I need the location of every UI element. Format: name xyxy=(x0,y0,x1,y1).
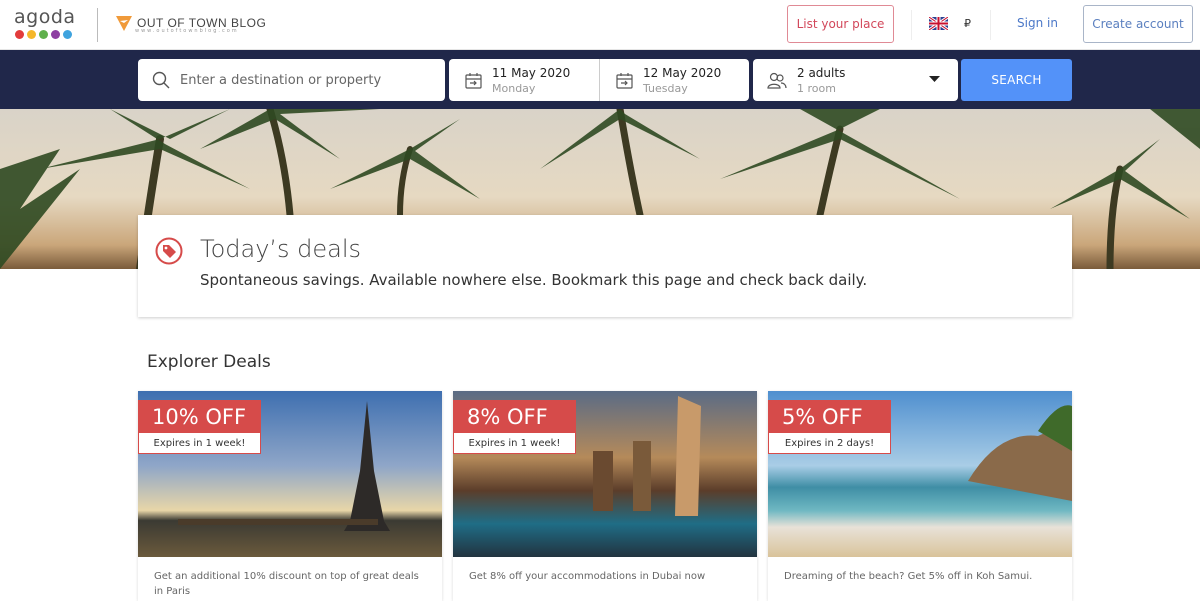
deal-description: Get an additional 10% discount on top of… xyxy=(154,571,419,597)
partner-logo-url: www.outoftownblog.com xyxy=(135,28,239,34)
checkin-date: 11 May 2020 xyxy=(492,65,571,80)
search-button[interactable]: SEARCH xyxy=(961,59,1072,101)
agoda-logo[interactable]: agoda xyxy=(14,6,76,39)
checkout-day: Tuesday xyxy=(643,81,688,95)
discount-badge: 10% OFF Expires in 1 week! xyxy=(138,400,261,454)
destination-field[interactable] xyxy=(138,59,445,101)
dubai-photo: 8% OFF Expires in 1 week! xyxy=(453,391,757,557)
deal-description: Dreaming of the beach? Get 5% off in Koh… xyxy=(784,571,1033,582)
guests-icon xyxy=(767,72,787,89)
discount-label: 5% OFF xyxy=(768,400,891,433)
divider xyxy=(990,10,991,40)
checkin-field[interactable]: 11 May 2020 Monday xyxy=(449,59,599,101)
expiry-label: Expires in 1 week! xyxy=(453,433,576,454)
discount-label: 8% OFF xyxy=(453,400,576,433)
search-icon xyxy=(152,71,170,89)
koh-samui-photo: 5% OFF Expires in 2 days! xyxy=(768,391,1072,557)
checkin-day: Monday xyxy=(492,81,536,95)
chevron-down-icon xyxy=(929,76,940,82)
discount-badge: 8% OFF Expires in 1 week! xyxy=(453,400,576,454)
uk-flag-icon[interactable] xyxy=(929,17,948,30)
checkout-field[interactable]: 12 May 2020 Tuesday xyxy=(599,59,749,101)
deal-card-dubai[interactable]: 8% OFF Expires in 1 week! Get 8% off your… xyxy=(453,391,757,601)
calendar-icon xyxy=(616,72,633,89)
section-heading: Explorer Deals xyxy=(147,352,271,372)
guests-count: 2 adults xyxy=(797,65,846,80)
paris-photo: 10% OFF Expires in 1 week! xyxy=(138,391,442,557)
rooms-count: 1 room xyxy=(797,81,836,95)
logo-dots xyxy=(15,30,76,39)
deal-card-paris[interactable]: 10% OFF Expires in 1 week! Get an additio… xyxy=(138,391,442,601)
logo-text: agoda xyxy=(14,6,76,28)
create-account-button[interactable]: Create account xyxy=(1083,5,1193,43)
list-your-place-button[interactable]: List your place xyxy=(787,5,894,43)
sign-in-link[interactable]: Sign in xyxy=(1017,16,1058,30)
tag-icon xyxy=(155,237,183,265)
destination-input[interactable] xyxy=(180,72,430,88)
divider xyxy=(911,10,912,40)
partner-logo: OUT OF TOWN BLOG www.outoftownblog.com xyxy=(115,14,266,34)
guests-selector[interactable]: 2 adults 1 room xyxy=(753,59,958,101)
calendar-icon xyxy=(465,72,482,89)
discount-label: 10% OFF xyxy=(138,400,261,433)
deal-description: Get 8% off your accommodations in Dubai … xyxy=(469,571,706,582)
search-bar: 11 May 2020Monday 12 May 2020Tuesday 2 a… xyxy=(0,50,1200,109)
page-title: Today’s deals xyxy=(200,235,362,263)
currency-selector[interactable]: ₽ xyxy=(964,17,971,30)
todays-deals-card: Today’s deals Spontaneous savings. Avail… xyxy=(138,215,1072,317)
expiry-label: Expires in 2 days! xyxy=(768,433,891,454)
top-navigation: agoda OUT OF TOWN BLOG www.outoftownblog… xyxy=(0,0,1200,50)
page-subtitle: Spontaneous savings. Available nowhere e… xyxy=(200,271,868,289)
checkout-date: 12 May 2020 xyxy=(643,65,722,80)
deal-card-koh-samui[interactable]: 5% OFF Expires in 2 days! Dreaming of the… xyxy=(768,391,1072,601)
expiry-label: Expires in 1 week! xyxy=(138,433,261,454)
discount-badge: 5% OFF Expires in 2 days! xyxy=(768,400,891,454)
plane-logo-icon xyxy=(116,16,132,31)
divider xyxy=(97,8,98,42)
